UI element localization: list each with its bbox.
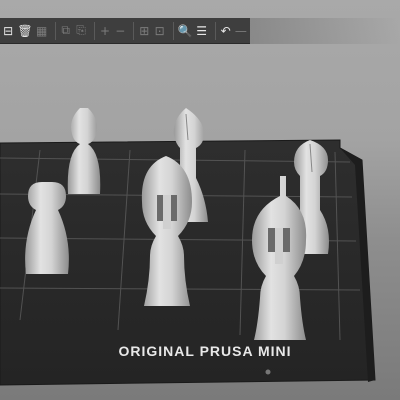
undo-icon[interactable]: ↶ bbox=[219, 22, 231, 40]
3d-scene[interactable]: ORIGINAL PRUSA MINI bbox=[0, 0, 400, 400]
split-objects-icon[interactable]: ⊞ bbox=[138, 22, 150, 40]
bed-screw-icon bbox=[265, 369, 271, 375]
delete-icon[interactable]: ⊟ bbox=[2, 22, 14, 40]
copy-icon[interactable]: ⧉ bbox=[60, 22, 72, 40]
bed-label: ORIGINAL PRUSA MINI bbox=[118, 343, 291, 359]
layers-editing-icon[interactable]: ☰ bbox=[195, 22, 207, 40]
chess-pawn-model[interactable] bbox=[25, 182, 69, 274]
3d-viewport[interactable]: ORIGINAL PRUSA MINI ⊟ 🗑 ▦ ⧉ ⎘ + − ⊞ ⊡ 🔍 … bbox=[0, 0, 400, 400]
add-instance-icon[interactable]: + bbox=[99, 22, 111, 40]
remove-instance-icon[interactable]: − bbox=[114, 22, 126, 40]
search-icon[interactable]: 🔍 bbox=[177, 22, 192, 40]
arrange-icon[interactable]: ▦ bbox=[36, 22, 48, 40]
paste-icon[interactable]: ⎘ bbox=[75, 22, 87, 40]
redo-icon[interactable]: — bbox=[235, 22, 247, 40]
top-toolbar: ⊟ 🗑 ▦ ⧉ ⎘ + − ⊞ ⊡ 🔍 ☰ ↶ — bbox=[0, 18, 400, 44]
split-parts-icon[interactable]: ⊡ bbox=[153, 22, 165, 40]
delete-all-icon[interactable]: 🗑 bbox=[17, 22, 32, 40]
